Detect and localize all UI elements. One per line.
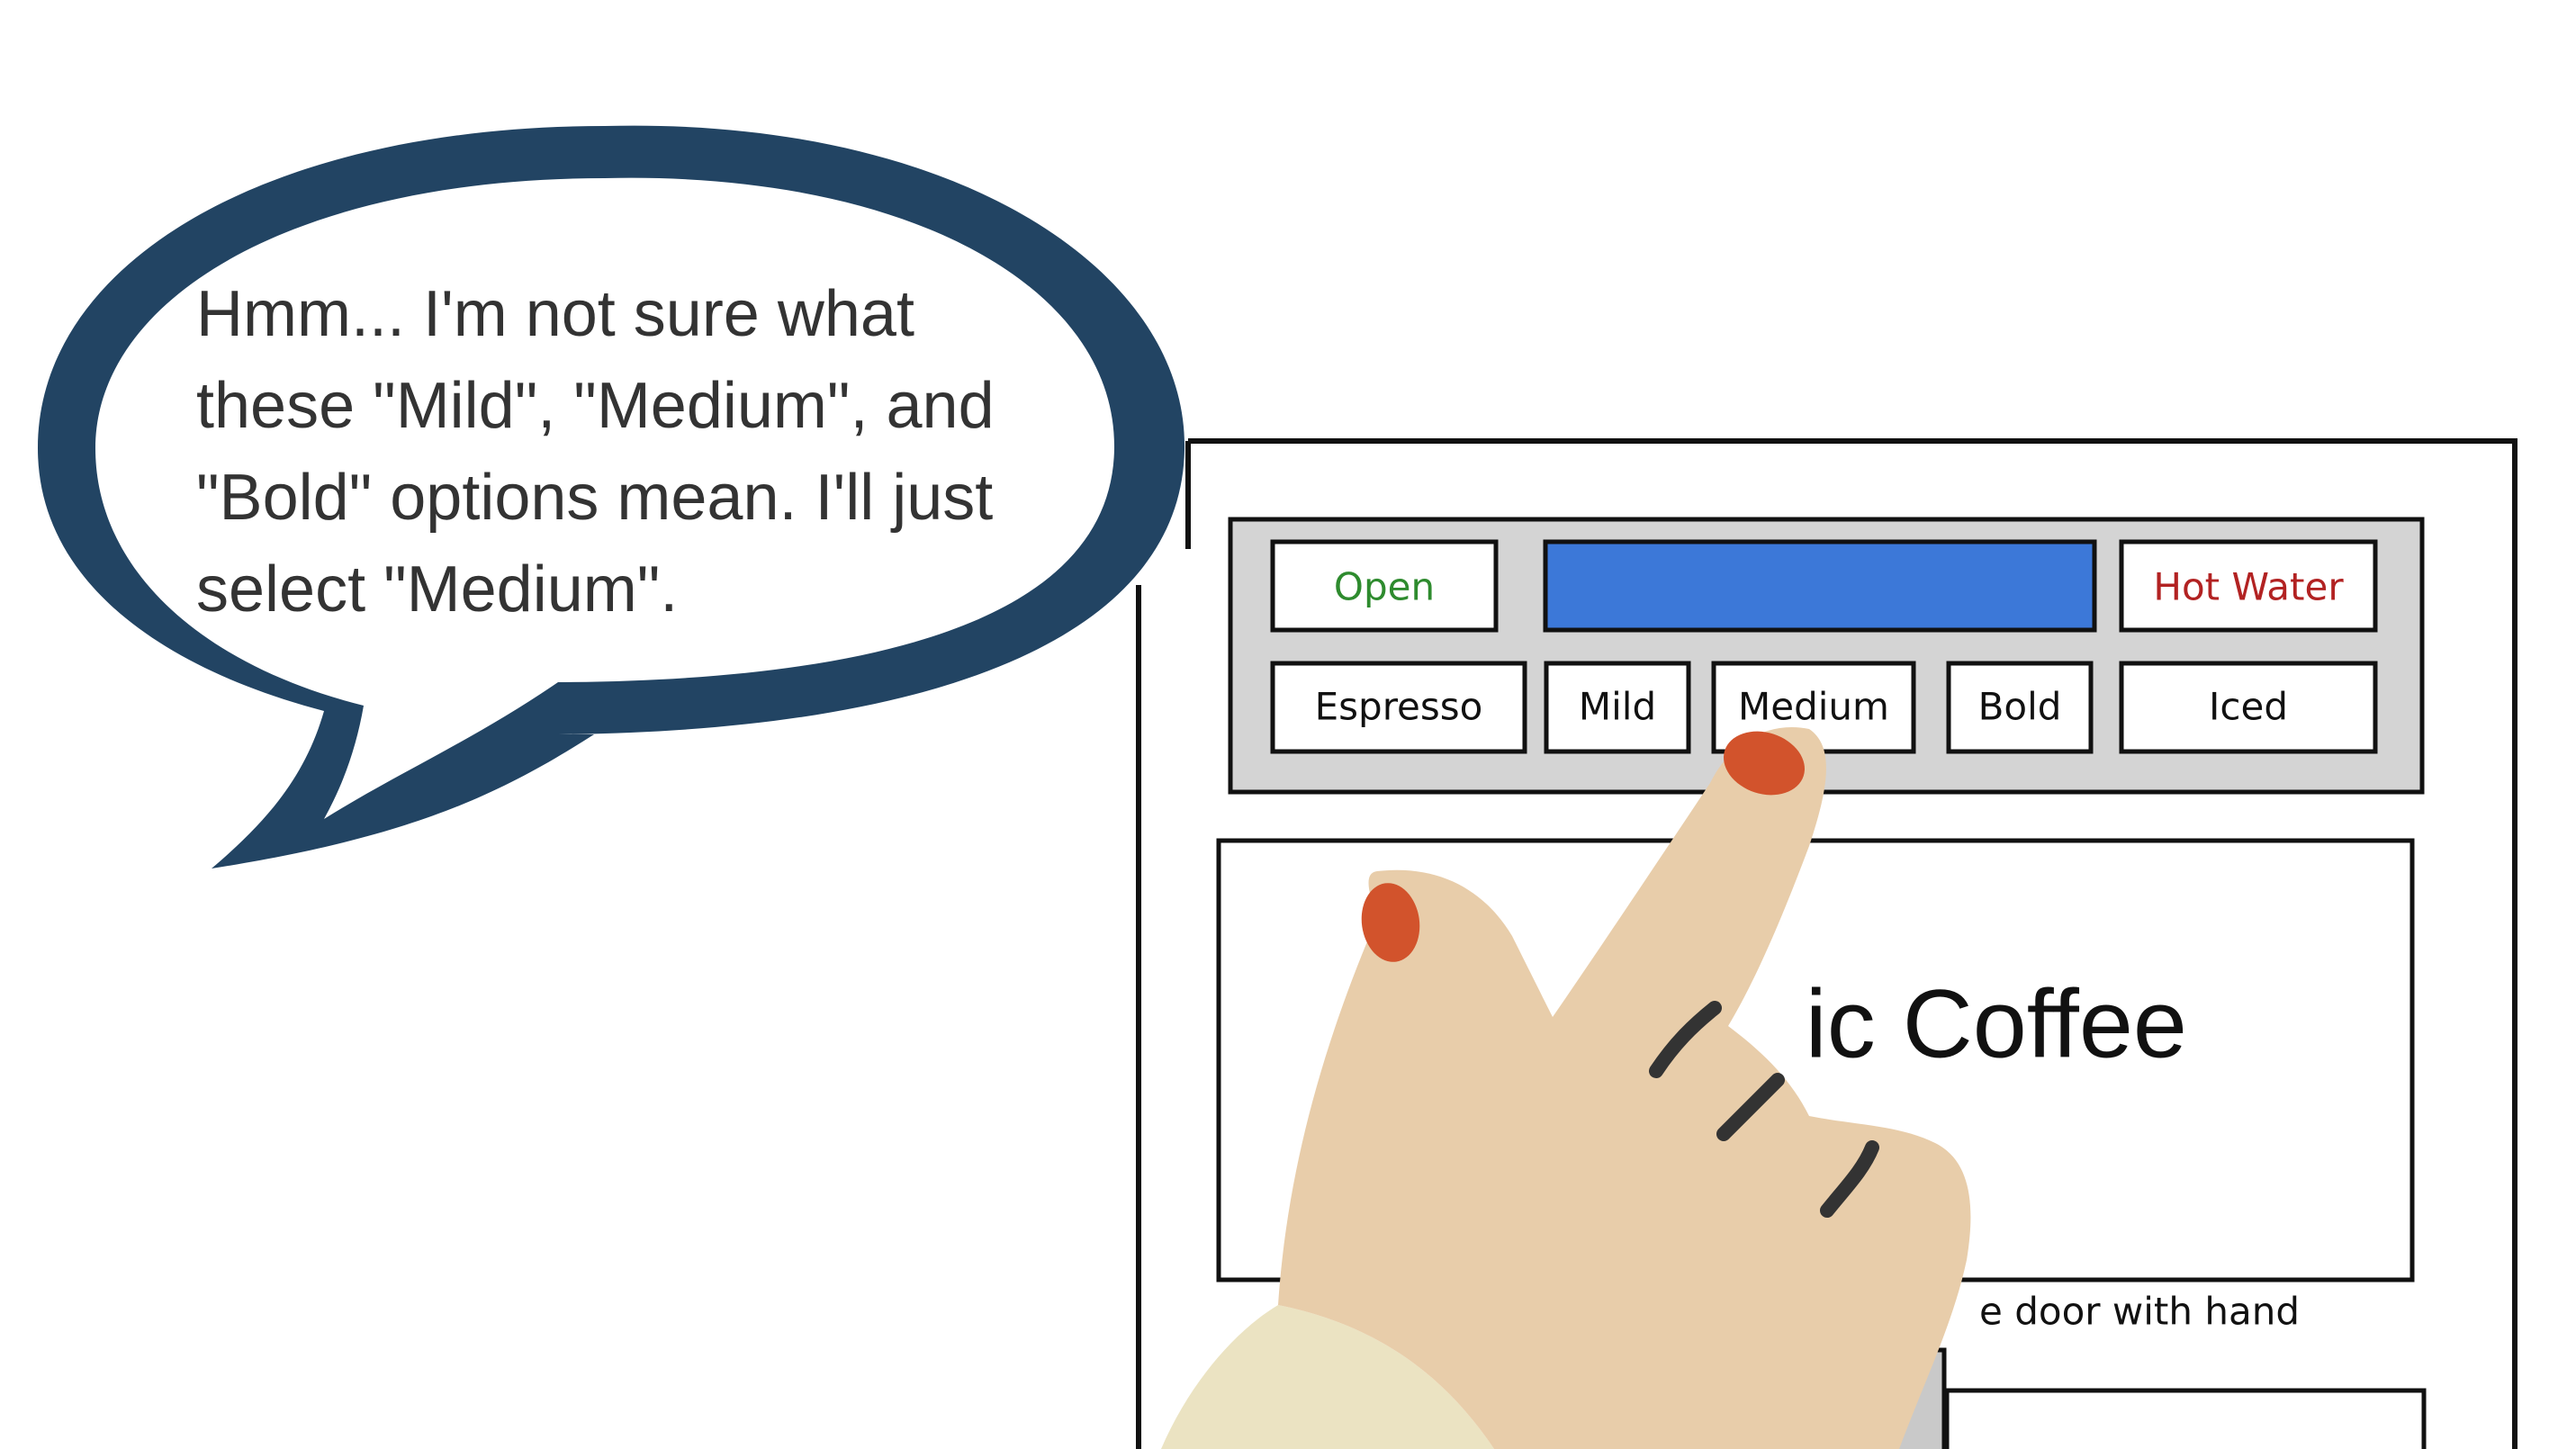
hand-palm bbox=[1278, 727, 1971, 1449]
pointing-hand bbox=[1161, 727, 1971, 1449]
